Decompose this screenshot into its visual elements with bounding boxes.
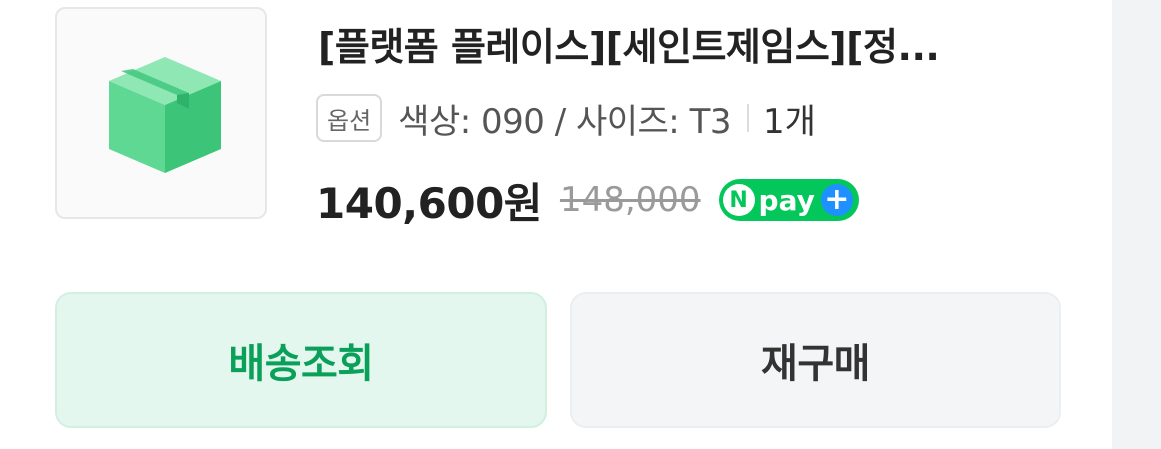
- option-badge: 옵션: [316, 94, 383, 142]
- plus-icon: +: [820, 184, 853, 216]
- original-price: 148,000: [559, 180, 701, 220]
- quantity: 1개: [762, 101, 816, 142]
- product-thumbnail[interactable]: [55, 7, 267, 219]
- right-gutter: [1112, 0, 1161, 449]
- price-row: 140,600원 148,000 N pay +: [316, 172, 859, 228]
- npay-n-icon: N: [722, 184, 755, 216]
- track-delivery-button[interactable]: 배송조회: [55, 292, 547, 428]
- product-title[interactable]: [플랫폼 플레이스][세인트제임스][정...: [318, 16, 1058, 71]
- package-box-icon: [109, 57, 221, 173]
- npay-plus-badge: N pay +: [718, 179, 859, 221]
- sale-price: 140,600원: [316, 178, 542, 228]
- divider: [746, 104, 749, 132]
- option-row: 옵션 색상: 090 / 사이즈: T3 1개: [316, 92, 816, 144]
- rebuy-button[interactable]: 재구매: [570, 292, 1061, 428]
- npay-text: pay: [758, 183, 815, 217]
- order-item-card: [플랫폼 플레이스][세인트제임스][정... 옵션 색상: 090 / 사이즈…: [0, 0, 1112, 449]
- option-value: 색상: 090 / 사이즈: T3: [398, 101, 731, 142]
